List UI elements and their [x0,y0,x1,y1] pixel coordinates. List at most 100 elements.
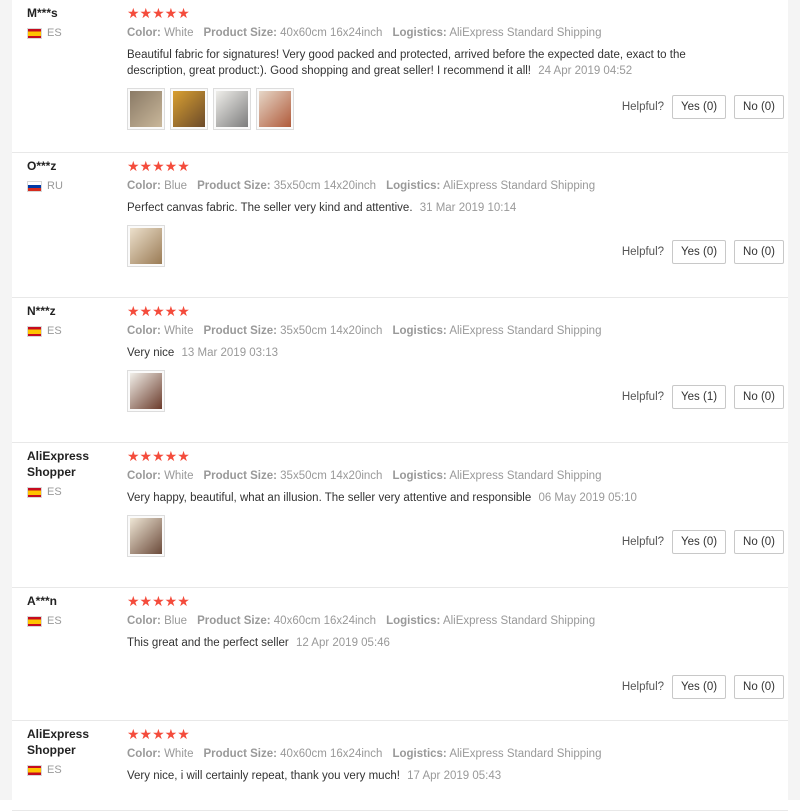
reviewer-country: ES [27,615,117,627]
product-size-label: Product Size: [203,325,277,337]
review-content: ★★★★★ Color: White Product Size: 40x60cm 1… [127,727,788,784]
logistics-label: Logistics: [386,180,441,192]
reviewer-name: AliExpress Shopper [27,727,90,757]
reviewer-info: AliExpress Shopper ES [27,448,117,498]
helpful-no-button[interactable]: No (0) [734,675,784,699]
helpful-yes-button[interactable]: Yes (0) [672,95,727,119]
review-date: 31 Mar 2019 10:14 [419,202,517,214]
country-flag-icon [27,486,42,498]
logistics-value: AliExpress Standard Shipping [449,27,602,39]
review-item: A***n ES ★★★★★ Color: Blue Product Size: 40x… [12,588,788,721]
review-text: Very nice 13 Mar 2019 03:13 [127,345,687,361]
product-attributes: Color: White Product Size: 35x50cm 14x20i… [127,325,788,337]
helpful-voting: Helpful? Yes (0) No (0) [622,95,784,119]
photo-thumbnail[interactable] [127,515,165,557]
product-size-label: Product Size: [197,615,271,627]
color-label: Color: [127,27,161,39]
logistics-value: AliExpress Standard Shipping [449,470,602,482]
review-item: M***s ES ★★★★★ Color: White Product Size: 40… [12,0,788,153]
photo-image [173,91,205,127]
reviewer-country: ES [27,27,117,39]
country-flag-icon [27,615,42,627]
photo-thumbnail[interactable] [127,225,165,267]
product-size-value: 40x60cm 16x24inch [280,748,383,760]
logistics-label: Logistics: [392,470,447,482]
review-date: 17 Apr 2019 05:43 [407,770,502,782]
country-flag-icon [27,180,42,192]
star-rating: ★★★★★ [127,593,190,609]
review-date: 12 Apr 2019 05:46 [295,637,390,649]
color-label: Color: [127,748,161,760]
photo-image [130,228,162,264]
product-attributes: Color: Blue Product Size: 35x50cm 14x20in… [127,180,788,192]
product-size-label: Product Size: [203,27,277,39]
country-flag-icon [27,27,42,39]
review-text: Very happy, beautiful, what an illusion.… [127,490,687,506]
country-code: ES [47,486,62,498]
country-code: ES [47,615,62,627]
feedback-list: M***s ES ★★★★★ Color: White Product Size: 40… [12,0,788,811]
helpful-label: Helpful? [621,246,665,258]
review-text: This great and the perfect seller 12 Apr… [127,635,687,651]
reviewer-name: A***n [27,594,58,608]
logistics-value: AliExpress Standard Shipping [442,615,596,627]
reviewer-name: O***z [27,159,57,173]
star-rating: ★★★★★ [127,5,190,21]
country-code: ES [47,764,62,776]
star-rating: ★★★★★ [127,726,190,742]
logistics-label: Logistics: [392,325,447,337]
product-attributes: Color: White Product Size: 35x50cm 14x20i… [127,470,788,482]
helpful-label: Helpful? [621,681,665,693]
color-value: Blue [164,180,188,192]
color-label: Color: [127,615,161,627]
helpful-voting: Helpful? Yes (0) No (0) [622,240,784,264]
review-text: Beautiful fabric for signatures! Very go… [127,47,687,79]
photo-thumbnail[interactable] [127,88,165,130]
helpful-no-button[interactable]: No (0) [734,95,784,119]
logistics-label: Logistics: [392,748,447,760]
color-value: White [164,27,194,39]
product-size-value: 40x60cm 16x24inch [280,27,383,39]
product-size-value: 35x50cm 14x20inch [280,470,383,482]
helpful-yes-button[interactable]: Yes (1) [672,385,727,409]
photo-thumbnail[interactable] [127,370,165,412]
helpful-no-button[interactable]: No (0) [734,385,784,409]
review-item: O***z RU ★★★★★ Color: Blue Product Size: 35x… [12,153,788,298]
reviewer-country: ES [27,325,117,337]
country-flag-icon [27,764,42,776]
product-attributes: Color: White Product Size: 40x60cm 16x24i… [127,748,788,760]
helpful-voting: Helpful? Yes (1) No (0) [622,385,784,409]
color-value: White [164,470,194,482]
photo-image [259,91,291,127]
photo-thumbnail[interactable] [170,88,208,130]
reviewer-info: A***n ES [27,593,117,627]
helpful-yes-button[interactable]: Yes (0) [672,675,727,699]
logistics-label: Logistics: [386,615,441,627]
reviewer-country: RU [27,180,117,192]
review-content: ★★★★★ Color: Blue Product Size: 40x60cm 16… [127,594,788,651]
logistics-label: Logistics: [392,27,447,39]
color-label: Color: [127,325,161,337]
helpful-no-button[interactable]: No (0) [734,530,784,554]
review-item: AliExpress Shopper ES ★★★★★ Color: White Pro… [12,443,788,588]
photo-image [130,373,162,409]
photo-image [216,91,248,127]
helpful-yes-button[interactable]: Yes (0) [672,530,727,554]
helpful-yes-button[interactable]: Yes (0) [672,240,727,264]
logistics-value: AliExpress Standard Shipping [442,180,596,192]
helpful-voting: Helpful? Yes (0) No (0) [622,675,784,699]
review-date: 24 Apr 2019 04:52 [538,65,633,77]
review-body: Very nice [127,347,175,359]
helpful-voting: Helpful? Yes (0) No (0) [622,530,784,554]
country-code: ES [47,27,62,39]
page-gutter-right [788,0,800,800]
photo-thumbnail[interactable] [213,88,251,130]
product-size-value: 35x50cm 14x20inch [273,180,377,192]
reviewer-name: M***s [27,6,58,20]
photo-thumbnail[interactable] [256,88,294,130]
photo-image [130,91,162,127]
review-date: 13 Mar 2019 03:13 [181,347,279,359]
review-body: Very nice, i will certainly repeat, than… [127,770,400,782]
helpful-no-button[interactable]: No (0) [734,240,784,264]
reviewer-info: AliExpress Shopper ES [27,726,117,776]
